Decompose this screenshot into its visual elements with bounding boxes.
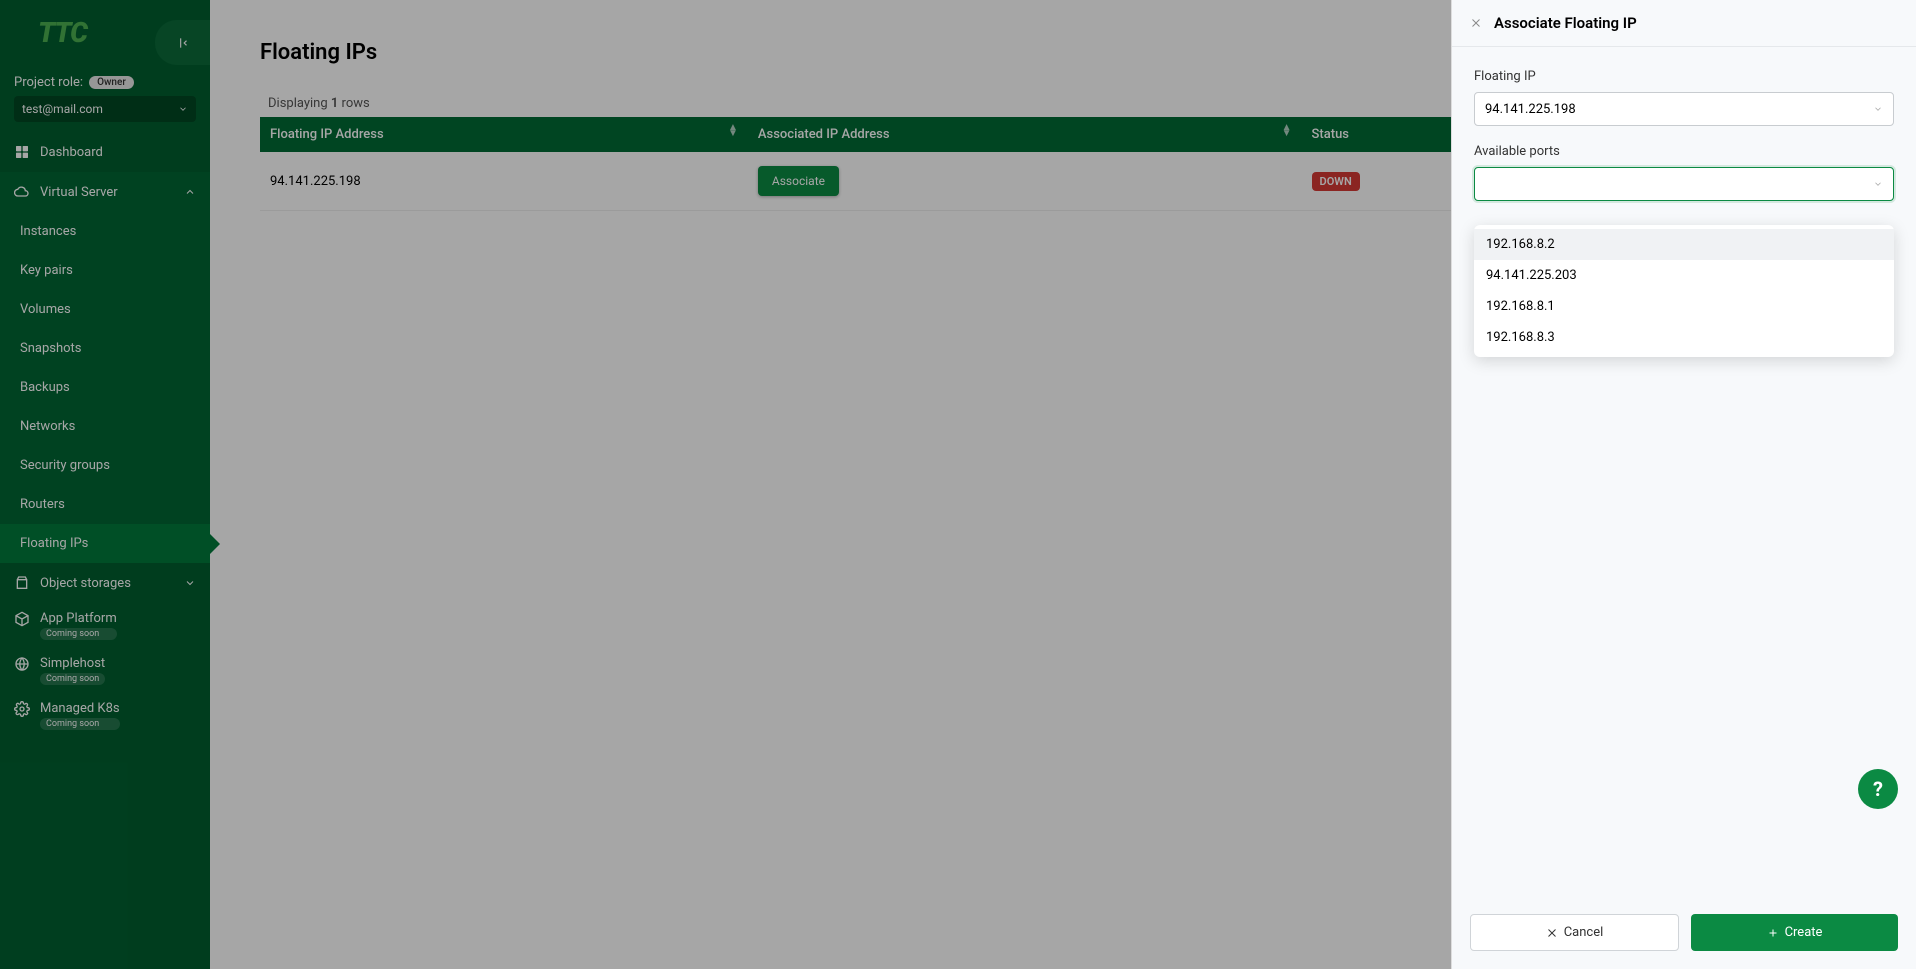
close-icon bbox=[1546, 927, 1558, 939]
available-ports-select[interactable] bbox=[1474, 167, 1894, 201]
chevron-down-icon bbox=[1873, 179, 1883, 189]
cancel-label: Cancel bbox=[1564, 925, 1604, 940]
dropdown-option[interactable]: 94.141.225.203 bbox=[1474, 260, 1894, 291]
dropdown-option[interactable]: 192.168.8.2 bbox=[1474, 229, 1894, 260]
create-label: Create bbox=[1785, 925, 1823, 940]
floating-ip-select[interactable]: 94.141.225.198 bbox=[1474, 92, 1894, 126]
drawer-body: Floating IP 94.141.225.198 Available por… bbox=[1452, 47, 1916, 900]
dropdown-option[interactable]: 192.168.8.3 bbox=[1474, 322, 1894, 353]
available-ports-label: Available ports bbox=[1474, 144, 1894, 159]
help-button[interactable]: ? bbox=[1858, 769, 1898, 809]
dropdown-option[interactable]: 192.168.8.1 bbox=[1474, 291, 1894, 322]
floating-ip-label: Floating IP bbox=[1474, 69, 1894, 84]
cancel-button[interactable]: Cancel bbox=[1470, 914, 1679, 951]
associate-floating-ip-drawer: Associate Floating IP Floating IP 94.141… bbox=[1451, 0, 1916, 969]
floating-ip-value: 94.141.225.198 bbox=[1485, 102, 1576, 117]
create-button[interactable]: Create bbox=[1691, 914, 1898, 951]
plus-icon bbox=[1767, 927, 1779, 939]
close-icon[interactable] bbox=[1470, 17, 1482, 29]
available-ports-dropdown: 192.168.8.2 94.141.225.203 192.168.8.1 1… bbox=[1474, 225, 1894, 357]
drawer-header: Associate Floating IP bbox=[1452, 0, 1916, 47]
modal-overlay[interactable] bbox=[0, 0, 1451, 969]
drawer-title: Associate Floating IP bbox=[1494, 14, 1637, 32]
drawer-footer: Cancel Create bbox=[1452, 900, 1916, 969]
chevron-down-icon bbox=[1873, 104, 1883, 114]
help-icon: ? bbox=[1873, 777, 1883, 801]
